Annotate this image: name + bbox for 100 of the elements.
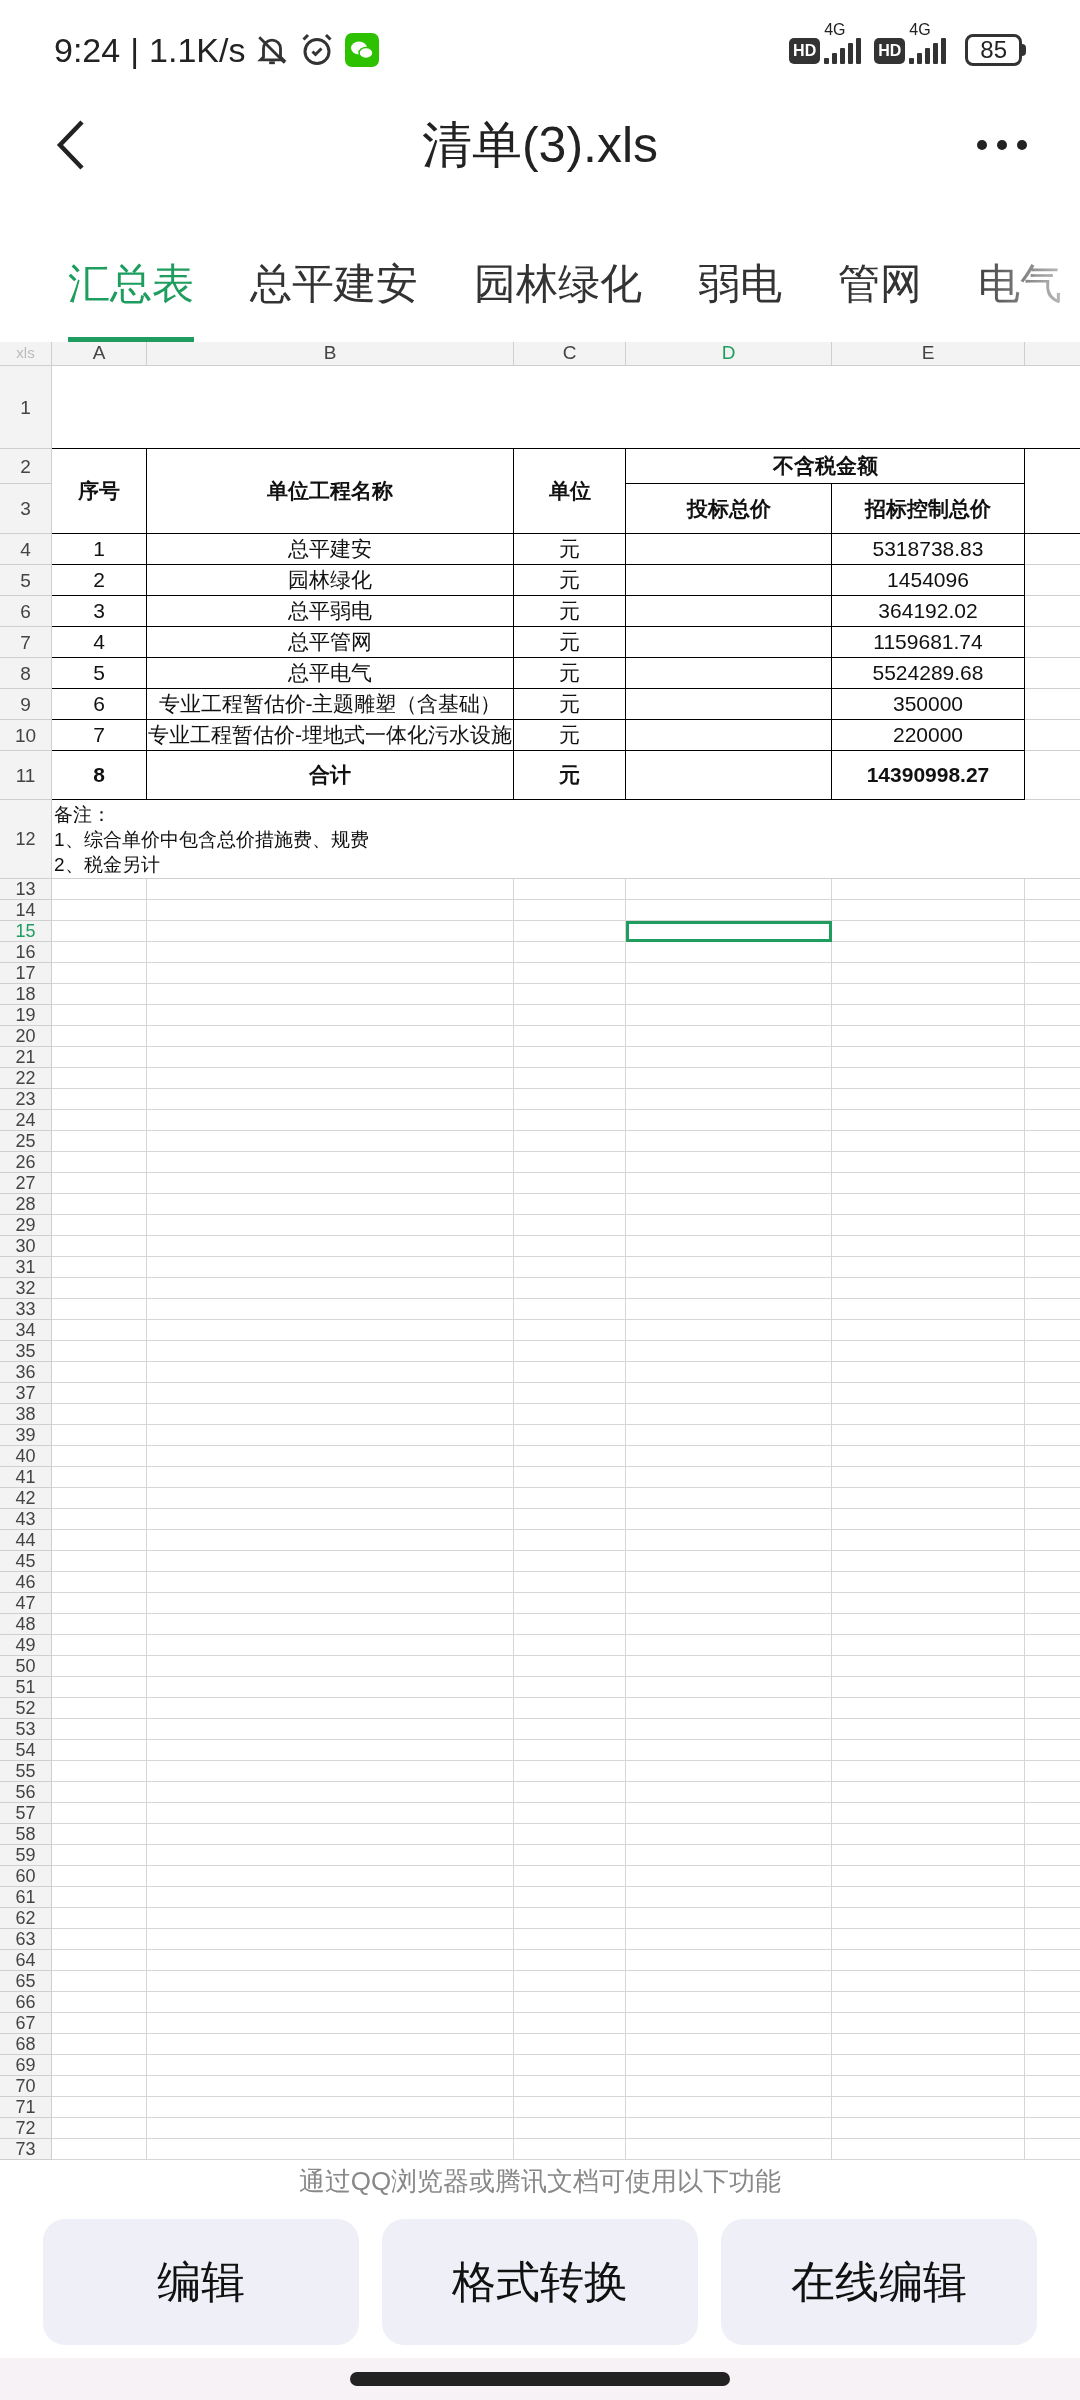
empty-cell[interactable]	[626, 720, 832, 751]
row-number[interactable]: 50	[0, 1656, 52, 1677]
row-number[interactable]: 38	[0, 1404, 52, 1425]
row-number[interactable]: 41	[0, 1467, 52, 1488]
row-number[interactable]: 34	[0, 1320, 52, 1341]
row-number[interactable]: 56	[0, 1782, 52, 1803]
column-header[interactable]: A	[52, 342, 147, 366]
row-number[interactable]: 22	[0, 1068, 52, 1089]
row-number[interactable]: 48	[0, 1614, 52, 1635]
row-number[interactable]: 6	[0, 596, 52, 627]
action-button[interactable]: 编辑	[43, 2219, 359, 2345]
row-number[interactable]: 32	[0, 1278, 52, 1299]
row-number[interactable]: 11	[0, 751, 52, 800]
row-number[interactable]: 60	[0, 1866, 52, 1887]
row-number[interactable]: 12	[0, 800, 52, 879]
row-number[interactable]: 66	[0, 1992, 52, 2013]
row-number[interactable]: 37	[0, 1383, 52, 1404]
row-number[interactable]: 3	[0, 484, 52, 534]
row-number[interactable]: 40	[0, 1446, 52, 1467]
column-header[interactable]: B	[147, 342, 514, 366]
row-number[interactable]: 45	[0, 1551, 52, 1572]
row-number[interactable]: 52	[0, 1698, 52, 1719]
row-number[interactable]: 33	[0, 1299, 52, 1320]
row-number[interactable]: 10	[0, 720, 52, 751]
column-header[interactable]	[1025, 342, 1080, 366]
sheet-tab[interactable]: 总平建安	[250, 230, 418, 342]
row-number[interactable]: 47	[0, 1593, 52, 1614]
note-cell[interactable]: 备注： 1、综合单价中包含总价措施费、规费 2、税金另计	[52, 800, 1080, 879]
row-number[interactable]: 16	[0, 942, 52, 963]
sheet-tab[interactable]: 管网	[838, 230, 922, 342]
row-number[interactable]: 7	[0, 627, 52, 658]
home-indicator[interactable]	[350, 2372, 730, 2386]
row-number[interactable]: 9	[0, 689, 52, 720]
row-number[interactable]: 58	[0, 1824, 52, 1845]
row-number[interactable]: 1	[0, 366, 52, 449]
row-number[interactable]: 51	[0, 1677, 52, 1698]
row-number[interactable]: 57	[0, 1803, 52, 1824]
sheet-tab[interactable]: 电气	[978, 230, 1062, 342]
empty-cell[interactable]	[626, 689, 832, 720]
row-number[interactable]: 27	[0, 1173, 52, 1194]
action-button[interactable]: 格式转换	[382, 2219, 698, 2345]
selected-cell[interactable]	[626, 921, 832, 942]
row-number[interactable]: 18	[0, 984, 52, 1005]
row-number[interactable]: 25	[0, 1131, 52, 1152]
row-number[interactable]: 42	[0, 1488, 52, 1509]
row-number[interactable]: 65	[0, 1971, 52, 1992]
row-number[interactable]: 36	[0, 1362, 52, 1383]
row-number[interactable]: 31	[0, 1257, 52, 1278]
row-number[interactable]: 14	[0, 900, 52, 921]
row-number[interactable]: 24	[0, 1110, 52, 1131]
row-number[interactable]: 54	[0, 1740, 52, 1761]
row-number[interactable]: 20	[0, 1026, 52, 1047]
action-button[interactable]: 在线编辑	[721, 2219, 1037, 2345]
empty-cell[interactable]	[626, 565, 832, 596]
row-number[interactable]: 4	[0, 534, 52, 565]
row-number[interactable]: 70	[0, 2076, 52, 2097]
row-number[interactable]: 59	[0, 1845, 52, 1866]
row-number[interactable]: 64	[0, 1950, 52, 1971]
sheet-tab[interactable]: 弱电	[698, 230, 782, 342]
row-number[interactable]: 49	[0, 1635, 52, 1656]
row-number[interactable]: 62	[0, 1908, 52, 1929]
empty-cell[interactable]	[626, 596, 832, 627]
row-number[interactable]: 8	[0, 658, 52, 689]
row-number[interactable]: 71	[0, 2097, 52, 2118]
column-header[interactable]: E	[832, 342, 1025, 366]
empty-cell[interactable]	[626, 627, 832, 658]
row-number[interactable]: 2	[0, 449, 52, 484]
row-number[interactable]: 44	[0, 1530, 52, 1551]
row-number[interactable]: 13	[0, 879, 52, 900]
row-number[interactable]: 26	[0, 1152, 52, 1173]
row-number[interactable]: 21	[0, 1047, 52, 1068]
row-number[interactable]: 29	[0, 1215, 52, 1236]
row-number[interactable]: 63	[0, 1929, 52, 1950]
row-number[interactable]: 19	[0, 1005, 52, 1026]
row-number[interactable]: 39	[0, 1425, 52, 1446]
table-cell: 元	[514, 596, 626, 627]
row-number[interactable]: 73	[0, 2139, 52, 2160]
row-number[interactable]: 43	[0, 1509, 52, 1530]
row-number[interactable]: 69	[0, 2055, 52, 2076]
back-icon[interactable]	[56, 119, 86, 171]
empty-cell[interactable]	[626, 658, 832, 689]
row-number[interactable]: 23	[0, 1089, 52, 1110]
row-number[interactable]: 53	[0, 1719, 52, 1740]
table-header-cell: 投标总价	[626, 484, 832, 534]
row-number[interactable]: 28	[0, 1194, 52, 1215]
row-number[interactable]: 72	[0, 2118, 52, 2139]
row-number[interactable]: 67	[0, 2013, 52, 2034]
column-header[interactable]: C	[514, 342, 626, 366]
row-number[interactable]: 68	[0, 2034, 52, 2055]
row-number[interactable]: 46	[0, 1572, 52, 1593]
sheet-tab[interactable]: 园林绿化	[474, 230, 642, 342]
row-number[interactable]: 30	[0, 1236, 52, 1257]
row-number[interactable]: 5	[0, 565, 52, 596]
row-number[interactable]: 61	[0, 1887, 52, 1908]
empty-cell[interactable]	[626, 534, 832, 565]
row-number[interactable]: 35	[0, 1341, 52, 1362]
more-icon[interactable]	[976, 139, 1028, 151]
row-number[interactable]: 17	[0, 963, 52, 984]
empty-cell[interactable]	[626, 751, 832, 800]
row-number[interactable]: 55	[0, 1761, 52, 1782]
